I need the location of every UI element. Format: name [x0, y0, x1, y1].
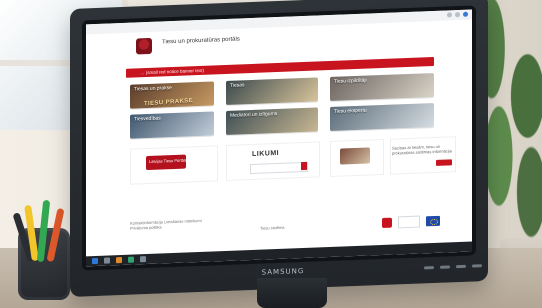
computer-monitor: Tiesu un prokuratūras portāls … (small r… [70, 0, 488, 298]
monitor-bezel: Tiesu un prokuratūras portāls … (small r… [82, 5, 476, 271]
monitor-button [424, 265, 434, 269]
footer-partners [382, 210, 462, 233]
tile-label: Tiesu izpildītāji [334, 77, 367, 85]
browser-icons [447, 11, 468, 18]
monitor-button [456, 264, 466, 268]
tile-label: Tiesu ekspertu [334, 107, 367, 115]
tile-2[interactable]: Tiesas [226, 77, 318, 106]
tile-label: Tiesas [230, 82, 245, 89]
profile-icon [463, 11, 468, 17]
photo-scene: Tiesu un prokuratūras portāls … (small r… [0, 0, 542, 308]
search-button[interactable] [301, 161, 307, 171]
taskbar-icon[interactable] [116, 257, 122, 264]
monitor-screen: Tiesu un prokuratūras portāls … (small r… [86, 9, 472, 267]
monitor-button [472, 263, 482, 268]
tile-label: Tiesas un prakse [134, 85, 172, 93]
taskbar-icon[interactable] [140, 256, 146, 263]
monitor-controls [392, 260, 482, 273]
tile-6[interactable]: Tiesu ekspertu [330, 103, 434, 132]
subscribe-button[interactable] [436, 159, 452, 166]
likumi-logo[interactable]: LIKUMI [252, 149, 300, 161]
taskbar-icon[interactable] [128, 256, 134, 263]
partner-logo-text: Latvijas Tiesu Portāls [149, 157, 187, 164]
tile-5[interactable]: Mediatori un izlīgums [226, 107, 318, 136]
ministry-logo-icon [382, 217, 392, 229]
taskbar-icon[interactable] [104, 257, 110, 264]
eu-flag-icon [426, 215, 440, 227]
tile-4[interactable]: Tiesvedības [130, 111, 214, 139]
start-icon[interactable] [92, 257, 98, 265]
monitor-button [440, 264, 450, 269]
coat-of-arms-logo [136, 37, 152, 55]
tile-label: Mediatori un izlīgums [230, 111, 278, 119]
footer-center-text: Tiesu sistēma [260, 224, 285, 231]
ministry-logo-frame [398, 215, 420, 229]
monitor-stand [257, 278, 327, 308]
courtroom-thumbnail[interactable] [340, 147, 370, 165]
browser-icon [447, 12, 452, 18]
footer-links: Kontaktinformācija Lietošanas noteikumi … [130, 217, 202, 231]
tile-label: Tiesvedības [134, 115, 161, 123]
tile-3[interactable]: Tiesu izpildītāji [330, 73, 434, 102]
browser-icon [455, 12, 460, 18]
info-text: Saziņas ar tiesām, tiesu un prokuratūras… [392, 143, 452, 156]
monitor-brand: SAMSUNG [261, 266, 305, 277]
